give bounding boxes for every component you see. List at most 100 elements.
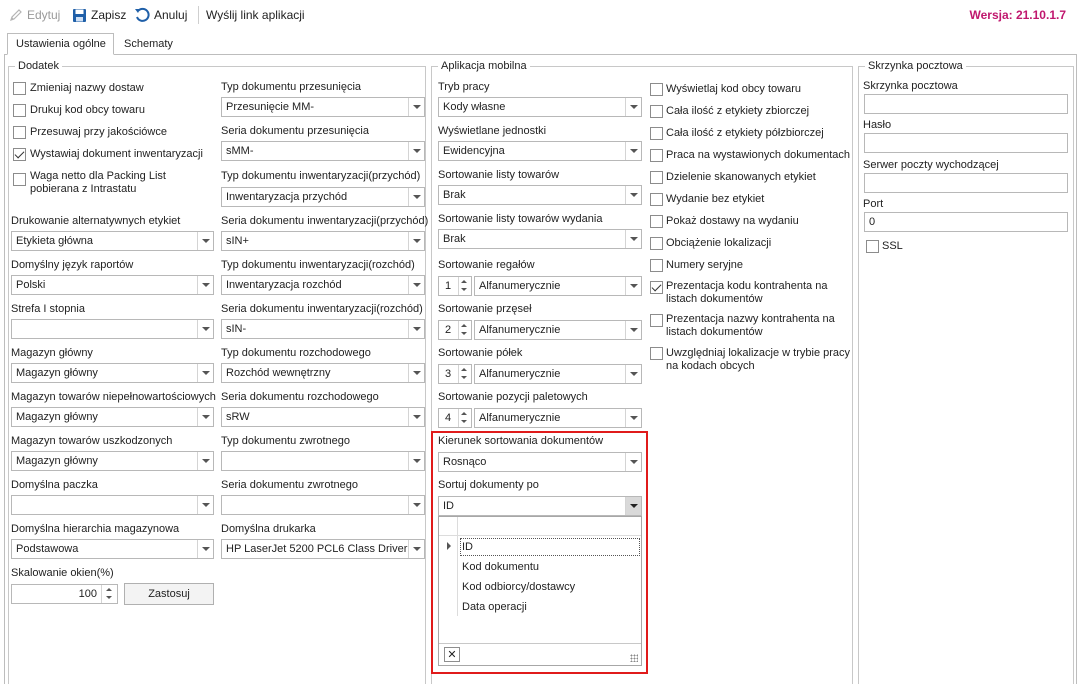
chevron-down-icon[interactable] [625,230,641,248]
toolbar-separator [198,6,199,24]
checkbox-rename-deliveries[interactable] [13,82,26,95]
shelf-sort-combo[interactable]: Alfanumerycznie [474,364,642,384]
checkbox-locations-foreign-codes[interactable] [650,347,663,360]
damaged-warehouse-combo[interactable]: Magazyn główny [11,451,214,471]
field-label: Hasło [863,119,892,131]
cancel-button[interactable]: Anuluj [134,6,187,24]
tab-general-settings[interactable]: Ustawienia ogólne [7,33,114,55]
report-language-combo[interactable]: Polski [11,275,214,295]
checkbox-serial-numbers[interactable] [650,259,663,272]
chevron-down-icon[interactable] [408,408,424,426]
chevron-down-icon[interactable] [408,98,424,116]
chevron-down-icon[interactable] [625,98,641,116]
span-sort-combo[interactable]: Alfanumerycznie [474,320,642,340]
checkbox-full-qty-bulk-label[interactable] [650,105,663,118]
rack-sort-combo[interactable]: Alfanumerycznie [474,276,642,296]
inventory-income-series-combo[interactable]: sIN+ [221,231,425,251]
alt-labels-combo[interactable]: Etykieta główna [11,231,214,251]
work-mode-combo[interactable]: Kody własne [438,97,642,117]
checkbox-net-weight-intrastat[interactable] [13,173,26,186]
checkbox-label: Obciążenie lokalizacji [666,237,772,249]
chevron-down-icon[interactable] [197,232,213,250]
chevron-down-icon[interactable] [197,408,213,426]
chevron-down-icon[interactable] [625,142,641,160]
chevron-down-icon[interactable] [408,540,424,558]
default-package-combo[interactable] [11,495,214,515]
chevron-down-icon[interactable] [408,232,424,250]
rack-sort-order-stepper[interactable]: 1 [438,276,472,296]
edit-button-label: Edytuj [27,8,61,22]
main-warehouse-combo[interactable]: Magazyn główny [11,363,214,383]
checkbox-show-contractor-name[interactable] [650,314,663,327]
chevron-down-icon[interactable] [408,188,424,206]
password-input[interactable] [864,133,1068,153]
chevron-down-icon[interactable] [625,186,641,204]
chevron-down-icon[interactable] [197,496,213,514]
transfer-doc-type-combo[interactable]: Przesunięcie MM- [221,97,425,117]
field-label: Skalowanie okien(%) [11,567,114,579]
checkbox-label: Numery seryjne [666,259,744,271]
checkbox-show-foreign-code[interactable] [650,83,663,96]
chevron-down-icon[interactable] [625,277,641,295]
save-button[interactable]: Zapisz [72,6,126,24]
combo-value: Brak [443,233,466,245]
checkbox-issue-inventory-doc[interactable] [13,148,26,161]
chevron-down-icon[interactable] [625,321,641,339]
chevron-down-icon[interactable] [408,320,424,338]
checkbox-split-scanned-labels[interactable] [650,171,663,184]
smtp-server-input[interactable] [864,173,1068,193]
port-input[interactable]: 0 [864,212,1068,232]
transfer-doc-series-combo[interactable]: sMM- [221,141,425,161]
pallet-sort-order-stepper[interactable]: 4 [438,408,472,428]
checkbox-move-on-quality[interactable] [13,126,26,139]
checkbox-work-on-issued-docs[interactable] [650,149,663,162]
span-sort-order-stepper[interactable]: 2 [438,320,472,340]
chevron-down-icon[interactable] [197,320,213,338]
chevron-down-icon[interactable] [408,276,424,294]
goods-list-sort-combo[interactable]: Brak [438,185,642,205]
default-printer-combo[interactable]: HP LaserJet 5200 PCL6 Class Driver [221,539,425,559]
chevron-down-icon[interactable] [625,365,641,383]
checkbox-print-foreign-code[interactable] [13,104,26,117]
checkbox-issue-without-labels[interactable] [650,193,663,206]
first-level-zone-combo[interactable] [11,319,214,339]
tab-schemas[interactable]: Schematy [116,33,181,55]
mailbox-input[interactable] [864,94,1068,114]
checkbox-location-load[interactable] [650,237,663,250]
chevron-down-icon[interactable] [197,452,213,470]
outgoing-doc-type-combo[interactable]: Rozchód wewnętrzny [221,363,425,383]
scaling-stepper[interactable] [101,584,118,604]
chevron-down-icon[interactable] [197,540,213,558]
checkbox-label: Prezentacja nazwy kontrahenta na listach… [666,313,835,338]
window-scaling-input[interactable]: 100 [11,584,102,604]
chevron-down-icon[interactable] [408,452,424,470]
return-doc-type-combo[interactable] [221,451,425,471]
edit-button[interactable]: Edytuj [9,6,60,24]
inventory-outgoing-series-combo[interactable]: sIN- [221,319,425,339]
chevron-down-icon[interactable] [197,276,213,294]
pallet-sort-combo[interactable]: Alfanumerycznie [474,408,642,428]
checkbox-show-deliveries-on-issue[interactable] [650,215,663,228]
group-title: Skrzynka pocztowa [865,60,966,72]
chevron-down-icon[interactable] [408,496,424,514]
apply-button[interactable]: Zastosuj [124,583,214,605]
field-label: Magazyn główny [11,347,93,359]
chevron-down-icon[interactable] [408,364,424,382]
return-doc-series-combo[interactable] [221,495,425,515]
send-app-link-button[interactable]: Wyślij link aplikacji [206,6,305,24]
inventory-income-type-combo[interactable]: Inwentaryzacja przychód [221,187,425,207]
chevron-down-icon[interactable] [197,364,213,382]
inventory-outgoing-type-combo[interactable]: Inwentaryzacja rozchód [221,275,425,295]
checkbox-show-contractor-code[interactable] [650,281,663,294]
chevron-down-icon[interactable] [625,409,641,427]
checkbox-full-qty-semi-bulk-label[interactable] [650,127,663,140]
chevron-down-icon[interactable] [408,142,424,160]
outgoing-doc-series-combo[interactable]: sRW [221,407,425,427]
substandard-warehouse-combo[interactable]: Magazyn główny [11,407,214,427]
checkbox-ssl[interactable] [866,240,879,253]
shelf-sort-order-stepper[interactable]: 3 [438,364,472,384]
issue-goods-list-sort-combo[interactable]: Brak [438,229,642,249]
warehouse-hierarchy-combo[interactable]: Podstawowa [11,539,214,559]
displayed-units-combo[interactable]: Ewidencyjna [438,141,642,161]
pencil-icon [10,9,22,21]
